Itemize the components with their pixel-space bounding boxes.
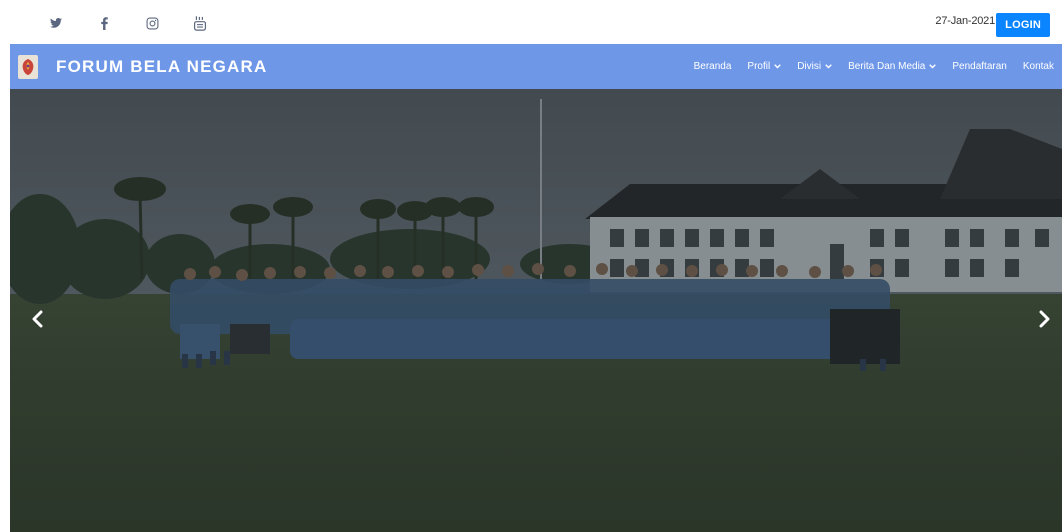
hero-dim-overlay [10,89,1062,532]
chevron-left-icon [32,310,43,328]
nav-item-label: Beranda [693,61,732,72]
nav-item-label: Divisi [797,61,822,72]
twitter-icon [50,18,62,28]
main-navbar: FORUM BELA NEGARA Beranda Profil Divisi … [10,44,1062,89]
nav-item-label: Profil [747,61,771,72]
emblem-icon [22,58,34,75]
brand-logo [18,54,38,79]
chevron-right-icon [1039,310,1050,328]
current-date: 27-Jan-2021 [935,15,995,27]
carousel-prev-button[interactable] [25,304,49,334]
brand[interactable]: FORUM BELA NEGARA [10,44,267,89]
login-button[interactable]: LOGIN [996,13,1050,37]
top-bar: 27-Jan-2021 LOGIN [0,0,1062,44]
nav-item-kontak[interactable]: Kontak [1015,61,1062,72]
social-links [32,12,224,34]
nav-item-pendaftaran[interactable]: Pendaftaran [944,61,1015,72]
chevron-down-icon [825,64,832,69]
hero-carousel [10,89,1062,532]
facebook-link[interactable] [80,12,128,34]
carousel-next-button[interactable] [1033,304,1057,334]
instagram-icon [146,17,158,29]
nav-item-beranda[interactable]: Beranda [686,61,740,72]
twitter-link[interactable] [32,12,80,34]
nav-item-berita-dan-media[interactable]: Berita Dan Media [840,61,944,72]
youtube-icon [194,15,206,31]
chevron-down-icon [774,64,781,69]
facebook-icon [100,16,108,30]
youtube-link[interactable] [176,12,224,34]
brand-name: FORUM BELA NEGARA [56,56,268,76]
chevron-down-icon [929,64,937,69]
nav-item-label: Berita Dan Media [848,61,926,72]
nav-item-profil[interactable]: Profil [739,61,789,72]
instagram-link[interactable] [128,12,176,34]
nav-item-divisi[interactable]: Divisi [789,61,840,72]
nav-menu: Beranda Profil Divisi Berita Dan Media P… [686,44,1062,89]
nav-item-label: Pendaftaran [952,61,1007,72]
nav-item-label: Kontak [1022,61,1054,72]
